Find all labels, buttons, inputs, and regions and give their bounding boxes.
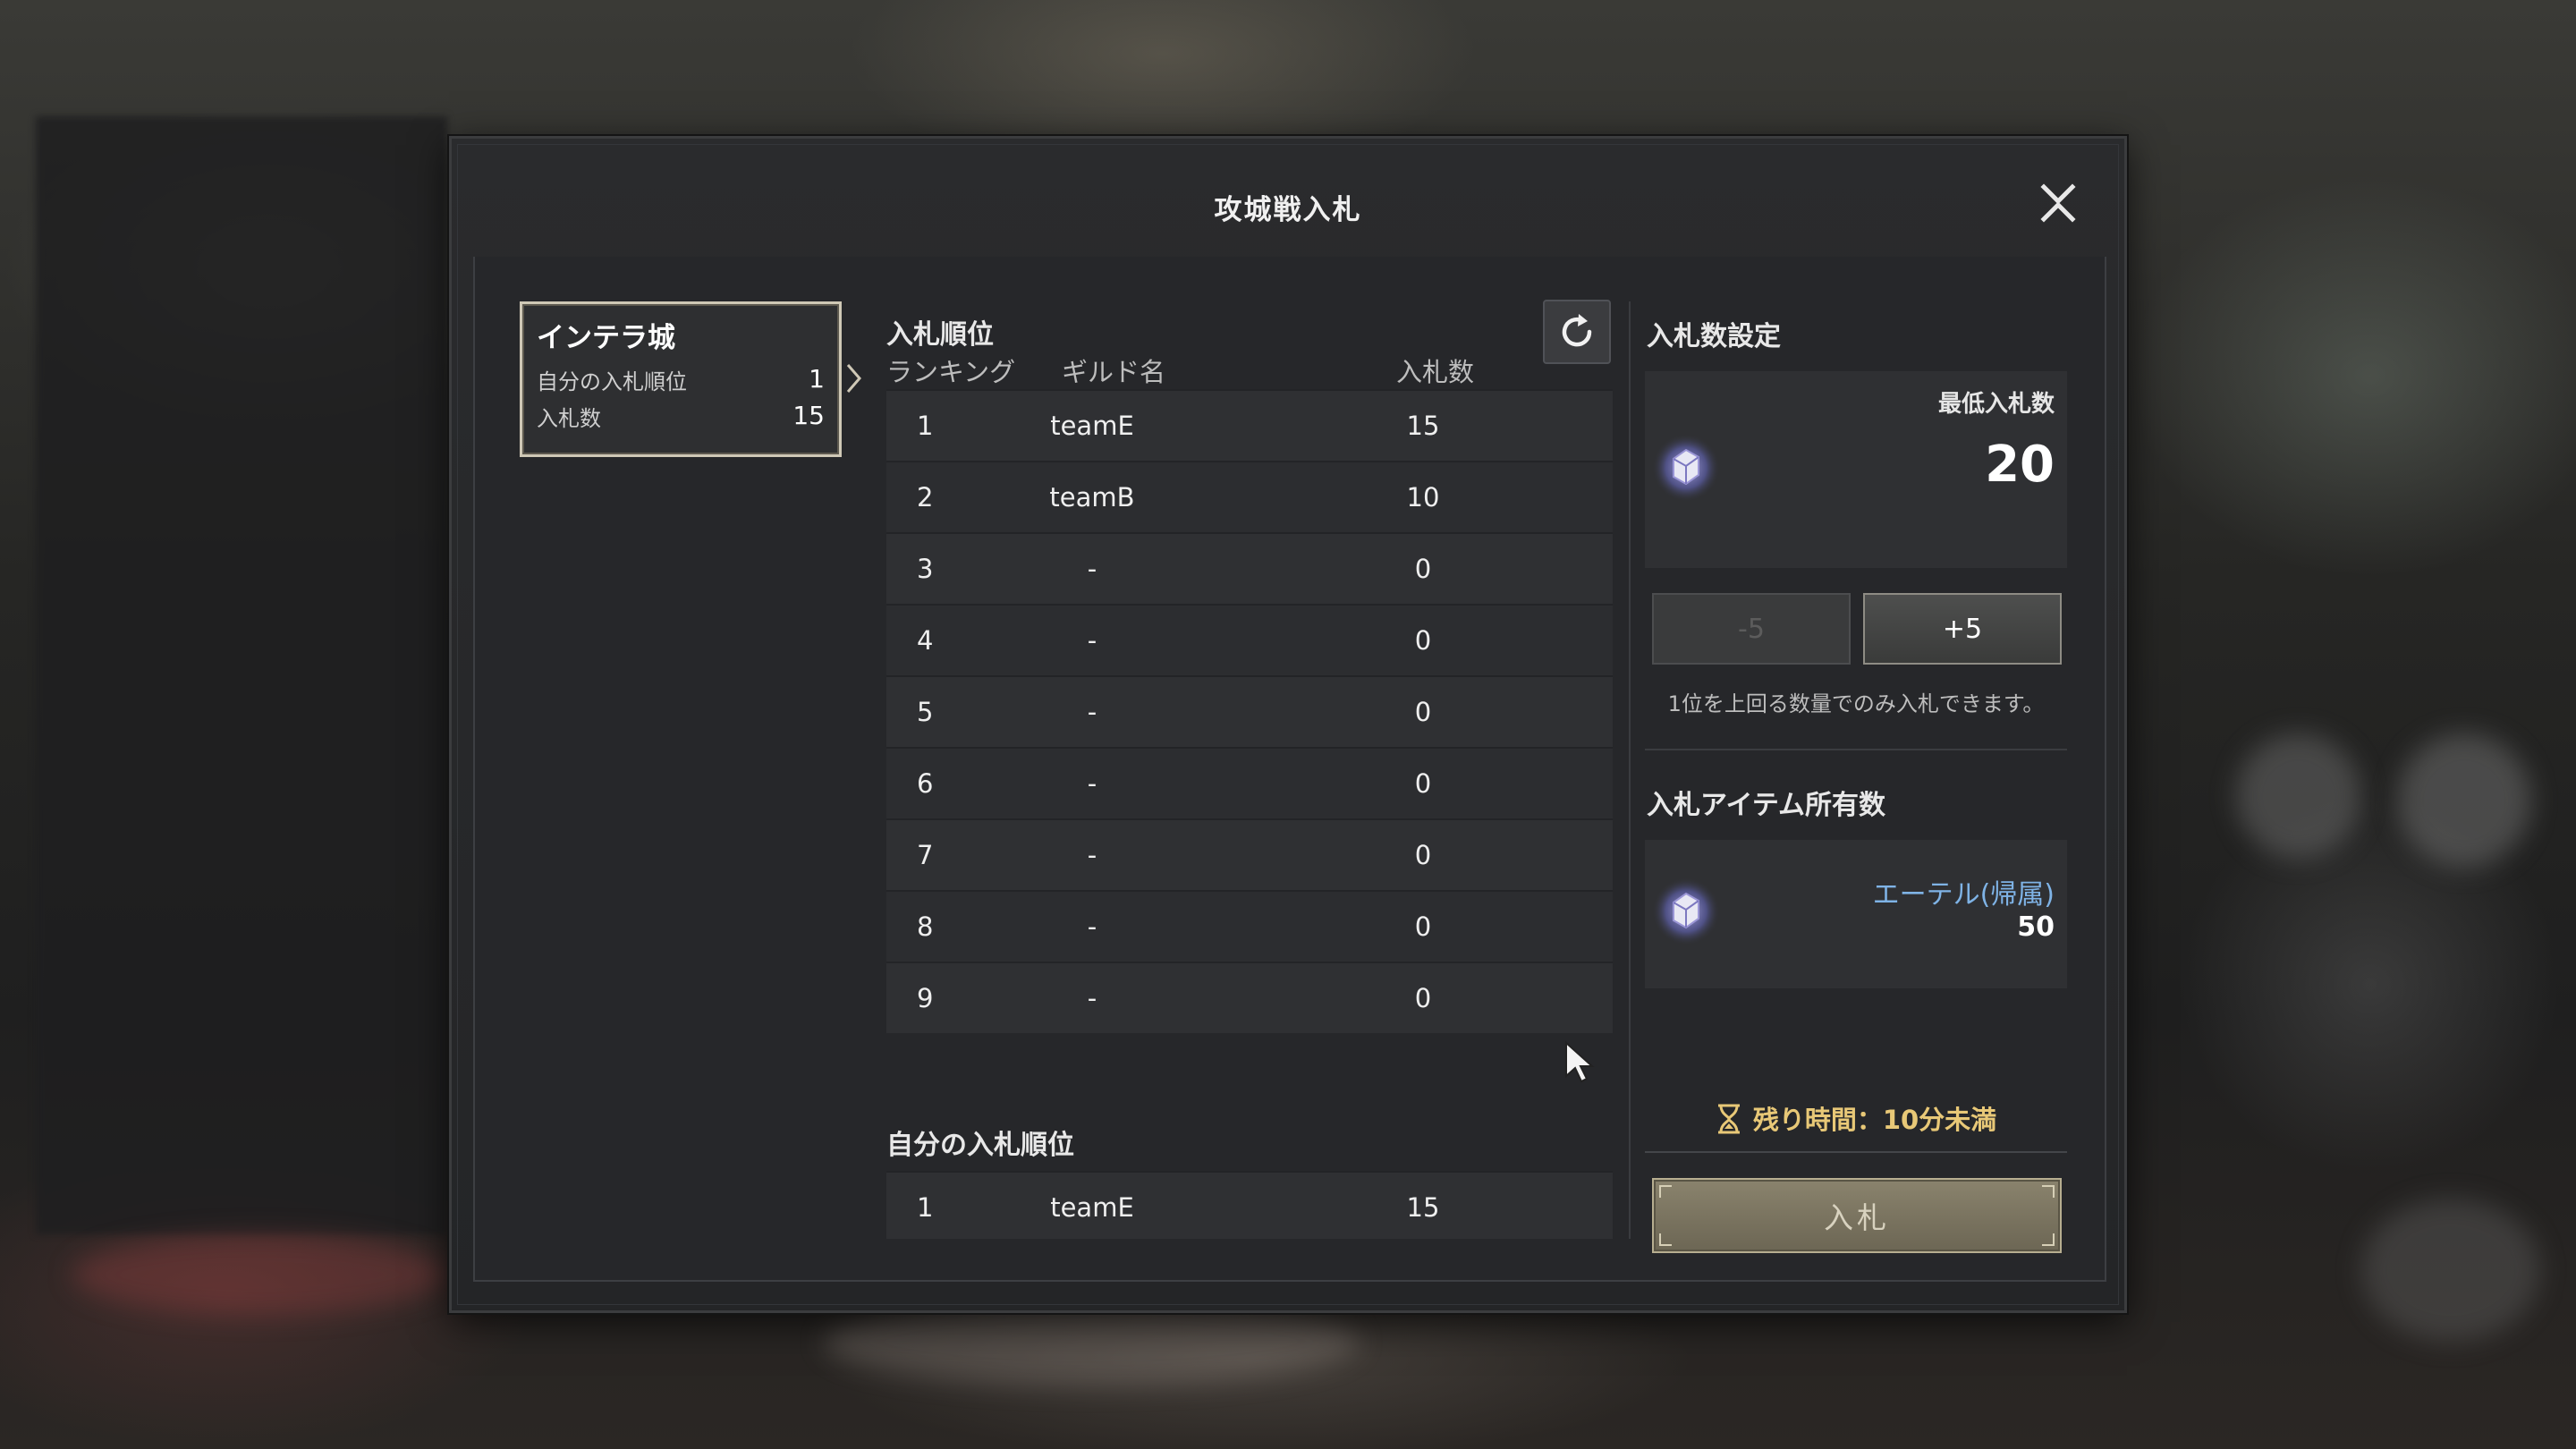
remaining-time-text: 残り時間：10分未満 [1752,1105,1997,1135]
ranking-table-header: ランキング ギルド名 入札数 [886,339,1613,391]
own-rank-title: 自分の入札順位 [886,1130,1074,1161]
header-rank: ランキング [886,357,1016,387]
row-rank: 5 [917,697,934,727]
owned-item-count: 50 [2017,911,2055,943]
table-row: 1 teamE 15 [886,389,1613,461]
row-guild: - [1087,768,1097,799]
row-rank: 9 [917,983,934,1013]
table-row: 5 - 0 [886,675,1613,747]
row-bids: 15 [1406,411,1440,441]
my-rank-label: 自分の入札順位 [537,369,687,394]
row-bids: 10 [1406,482,1440,513]
column-divider [1629,301,1631,1239]
castle-bids-value: 15 [792,401,825,430]
bid-hint: 1位を上回る数量でのみ入札できます。 [1667,691,2045,716]
row-guild: - [1087,625,1097,656]
castle-bids-label: 入札数 [537,406,601,431]
row-rank: 2 [917,482,934,513]
table-row: 9 - 0 [886,962,1613,1033]
ranking-table: 1 teamE 15 2 teamB 10 3 - 0 4 - 0 5 - 0 … [886,389,1613,1033]
table-row: 8 - 0 [886,890,1613,962]
row-bids: 15 [1406,1192,1440,1223]
table-row: 4 - 0 [886,604,1613,675]
row-bids: 0 [1414,983,1432,1013]
siege-bid-dialog: 攻城戦入札 インテラ城 自分の入札順位 1 入札数 15 入札順位 ランキング … [449,136,2127,1313]
section-divider [1645,1151,2067,1153]
row-rank: 3 [917,554,934,584]
row-rank: 4 [917,625,934,656]
castle-name: インテラ城 [537,322,675,354]
row-guild: teamE [1050,411,1134,441]
dialog-body: インテラ城 自分の入札順位 1 入札数 15 入札順位 ランキング ギルド名 入… [473,257,2106,1282]
my-rank-value: 1 [809,364,825,394]
remaining-time: 残り時間：10分未満 [1645,1099,2067,1137]
owned-item-box: エーテル(帰属) 50 [1645,840,2067,988]
row-guild: - [1087,840,1097,870]
minus-5-button[interactable]: -5 [1652,593,1851,665]
own-rank-table: 1 teamE 15 [886,1171,1613,1239]
row-guild: - [1087,697,1097,727]
bid-settings-title: 入札数設定 [1647,321,1781,352]
table-row: 1 teamE 15 [886,1171,1613,1239]
close-button[interactable] [2033,178,2083,228]
table-row: 2 teamB 10 [886,461,1613,532]
cursor-icon [1565,1040,1595,1083]
row-guild: - [1087,983,1097,1013]
plus-5-button[interactable]: +5 [1863,593,2062,665]
owned-item-name: エーテル(帰属) [1872,879,2055,911]
bid-button[interactable]: 入札 [1652,1178,2062,1253]
row-rank: 6 [917,768,934,799]
minus-5-label: -5 [1738,613,1765,645]
min-bid-label: 最低入札数 [1937,391,2055,418]
row-bids: 0 [1414,840,1432,870]
hourglass-icon [1717,1104,1740,1134]
row-bids: 0 [1414,768,1432,799]
min-bid-box: 最低入札数 20 [1645,371,2067,568]
gem-icon [1652,877,1720,945]
castle-card-intera[interactable]: インテラ城 自分の入札順位 1 入札数 15 [520,301,842,457]
row-rank: 1 [917,1192,934,1223]
table-row: 3 - 0 [886,532,1613,604]
section-divider [1645,749,2067,750]
row-rank: 7 [917,840,934,870]
background-panel [36,116,447,1234]
header-guild: ギルド名 [1062,357,1166,387]
header-bids: 入札数 [1396,357,1475,387]
row-bids: 0 [1414,625,1432,656]
row-guild: teamB [1049,482,1135,513]
row-guild: - [1087,911,1097,942]
row-bids: 0 [1414,554,1432,584]
owned-title: 入札アイテム所有数 [1647,790,1885,821]
row-guild: teamE [1050,1192,1134,1223]
row-guild: - [1087,554,1097,584]
bid-button-label: 入札 [1824,1200,1890,1235]
min-bid-value: 20 [1985,436,2055,494]
plus-5-label: +5 [1942,613,1983,645]
chevron-right-icon [846,364,861,393]
gem-icon [1652,434,1720,502]
row-rank: 8 [917,911,934,942]
row-rank: 1 [917,411,934,441]
close-icon [2040,183,2076,223]
row-bids: 0 [1414,911,1432,942]
table-row: 6 - 0 [886,747,1613,818]
table-row: 7 - 0 [886,818,1613,890]
row-bids: 0 [1414,697,1432,727]
dialog-title: 攻城戦入札 [1214,194,1362,226]
